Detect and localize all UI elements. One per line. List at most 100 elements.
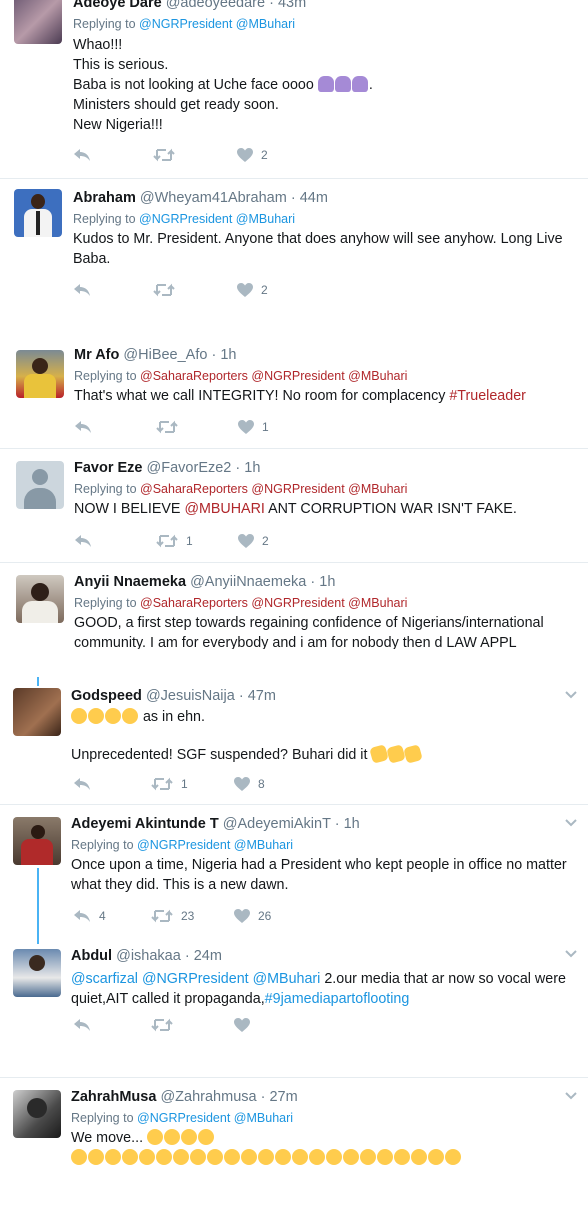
display-name[interactable]: Adeyemi Akintunde T (71, 816, 219, 832)
user-handle[interactable]: @FavorEze2 (147, 460, 232, 476)
user-handle[interactable]: @JesuisNaija (146, 688, 235, 704)
like-button[interactable]: 2 (237, 148, 268, 162)
heart-icon (237, 148, 253, 162)
separator-dot: · (290, 190, 296, 206)
timestamp[interactable]: 1h (319, 574, 335, 590)
mention-link[interactable]: @MBuhari (348, 369, 407, 383)
tweet-zahrahmusa[interactable]: ZahrahMusa @Zahrahmusa · 27m Replying to… (0, 1078, 588, 1166)
replying-to-label: Replying to (74, 482, 137, 496)
mention-link[interactable]: @NGRPresident (251, 482, 344, 496)
hashtag-link[interactable]: #9jamediapartoflooting (265, 991, 410, 1007)
separator-dot: · (238, 688, 244, 704)
like-button[interactable]: 26 (234, 909, 271, 923)
mention-link[interactable]: @NGRPresident (142, 971, 249, 987)
smiley-emoji (275, 1149, 291, 1165)
timestamp[interactable]: 1h (244, 460, 260, 476)
hashtag-link[interactable]: #Trueleader (449, 388, 526, 404)
avatar[interactable] (14, 0, 62, 44)
like-count: 2 (261, 283, 268, 297)
reply-button[interactable] (74, 420, 100, 434)
timestamp[interactable]: 44m (300, 190, 328, 206)
like-button[interactable]: 2 (238, 534, 269, 548)
avatar[interactable] (14, 189, 62, 237)
smiley-emoji (326, 1149, 342, 1165)
avatar[interactable] (13, 1090, 61, 1138)
retweet-button[interactable]: 23 (151, 909, 194, 923)
mention-link[interactable]: @NGRPresident (139, 17, 232, 31)
smiley-emoji (309, 1149, 325, 1165)
user-handle[interactable]: @AdeyemiAkinT (223, 816, 331, 832)
retweet-button[interactable] (156, 420, 186, 434)
reply-button[interactable]: 4 (73, 909, 106, 923)
mention-link[interactable]: @NGRPresident (139, 212, 232, 226)
mention-link[interactable]: @NGRPresident (251, 596, 344, 610)
divider (0, 178, 588, 179)
reply-button[interactable] (73, 283, 99, 297)
retweet-button[interactable] (153, 148, 183, 162)
retweet-button[interactable] (153, 283, 183, 297)
timestamp[interactable]: 27m (269, 1089, 297, 1105)
avatar[interactable] (13, 817, 61, 865)
reply-button[interactable] (74, 534, 100, 548)
tweet-anyii[interactable]: Anyii Nnaemeka @AnyiiNnaemeka · 1h Reply… (0, 563, 588, 649)
retweet-icon (153, 148, 175, 162)
display-name[interactable]: Abraham (73, 190, 136, 206)
timestamp[interactable]: 1h (220, 347, 236, 363)
like-button[interactable]: 8 (234, 777, 265, 791)
avatar[interactable] (16, 461, 64, 509)
smiley-emoji (207, 1149, 223, 1165)
retweet-button[interactable]: 1 (156, 534, 193, 548)
mention-link[interactable]: @SaharaReporters (140, 369, 248, 383)
like-button[interactable]: 1 (238, 420, 269, 434)
mention-link[interactable]: @NGRPresident (137, 1111, 230, 1125)
user-handle[interactable]: @adeoyeedare (166, 0, 265, 11)
mention-link[interactable]: @NGRPresident (251, 369, 344, 383)
timestamp[interactable]: 43m (278, 0, 306, 11)
like-count: 1 (262, 420, 269, 434)
mention-link[interactable]: @MBuhari (253, 971, 321, 987)
timestamp[interactable]: 47m (248, 688, 276, 704)
mention-link[interactable]: @MBuhari (236, 17, 295, 31)
display-name[interactable]: Abdul (71, 948, 112, 964)
replying-to: Replying to @NGRPresident @MBuhari (73, 16, 578, 32)
tweet-line: Baba is not looking at Uche face oooo . (73, 76, 373, 93)
heart-icon (238, 420, 254, 434)
mention-link[interactable]: @MBuhari (348, 482, 407, 496)
user-handle[interactable]: @HiBee_Afo (123, 347, 207, 363)
retweet-button[interactable] (151, 1018, 181, 1032)
mention-link[interactable]: @MBUHARI (184, 501, 264, 517)
display-name[interactable]: Godspeed (71, 688, 142, 704)
reply-icon (74, 778, 90, 790)
user-handle[interactable]: @Zahrahmusa (160, 1089, 256, 1105)
user-handle[interactable]: @Wheyam41Abraham (140, 190, 287, 206)
mention-link[interactable]: @NGRPresident (137, 838, 230, 852)
mention-link[interactable]: @MBuhari (234, 838, 293, 852)
display-name[interactable]: ZahrahMusa (71, 1089, 156, 1105)
mention-link[interactable]: @MBuhari (234, 1111, 293, 1125)
display-name[interactable]: Favor Eze (74, 460, 143, 476)
timestamp[interactable]: 24m (194, 948, 222, 964)
separator-dot: · (211, 347, 217, 363)
avatar[interactable] (16, 350, 64, 398)
avatar[interactable] (16, 575, 64, 623)
display-name[interactable]: Mr Afo (74, 347, 119, 363)
avatar[interactable] (13, 949, 61, 997)
mention-link[interactable]: @SaharaReporters (140, 482, 248, 496)
retweet-count: 1 (181, 777, 188, 791)
user-handle[interactable]: @ishakaa (116, 948, 181, 964)
reply-button[interactable] (73, 777, 99, 791)
timestamp[interactable]: 1h (344, 816, 360, 832)
reply-button[interactable] (73, 1018, 99, 1032)
like-button[interactable]: 2 (237, 283, 268, 297)
display-name[interactable]: Anyii Nnaemeka (74, 574, 186, 590)
user-handle[interactable]: @AnyiiNnaemeka (190, 574, 306, 590)
display-name[interactable]: Adeoye Dare (73, 0, 162, 11)
like-button[interactable] (234, 1018, 258, 1032)
reply-button[interactable] (73, 148, 99, 162)
mention-link[interactable]: @scarfizal (71, 971, 138, 987)
mention-link[interactable]: @MBuhari (236, 212, 295, 226)
retweet-button[interactable]: 1 (151, 777, 188, 791)
mention-link[interactable]: @SaharaReporters (140, 596, 248, 610)
avatar[interactable] (13, 688, 61, 736)
mention-link[interactable]: @MBuhari (348, 596, 407, 610)
